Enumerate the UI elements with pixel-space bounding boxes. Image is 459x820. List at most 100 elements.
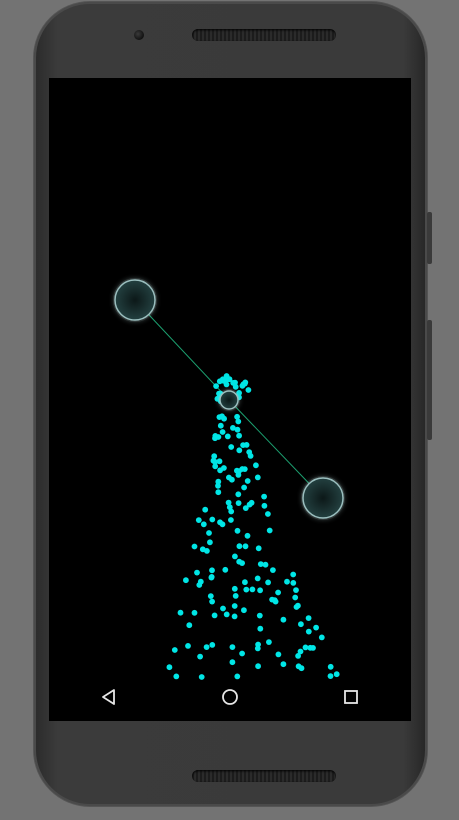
particle: [254, 575, 261, 582]
particle: [183, 577, 189, 584]
particle: [199, 546, 206, 553]
particle: [196, 582, 203, 588]
particle: [243, 442, 250, 448]
particle: [171, 647, 178, 653]
front-camera: [134, 30, 144, 40]
particle: [232, 553, 238, 560]
center-hub[interactable]: [219, 390, 239, 410]
particle: [255, 545, 262, 552]
particle: [202, 506, 209, 513]
home-button[interactable]: [210, 677, 250, 717]
left-handle[interactable]: [114, 279, 156, 321]
particle: [262, 561, 269, 568]
physics-canvas[interactable]: [49, 78, 411, 721]
particle: [310, 645, 316, 651]
particle: [229, 476, 235, 483]
particle: [270, 567, 276, 573]
particle: [226, 504, 233, 511]
particle: [207, 593, 214, 599]
particle: [280, 616, 287, 623]
particle: [234, 527, 241, 534]
particle: [261, 493, 267, 500]
particle: [230, 425, 236, 431]
particle: [236, 432, 243, 439]
joints[interactable]: [113, 278, 345, 520]
particle: [241, 484, 248, 491]
particle: [290, 580, 297, 586]
particle: [305, 615, 312, 621]
particle: [229, 659, 236, 666]
bottom-speaker-grille: [192, 770, 336, 782]
particle: [191, 543, 198, 550]
particle: [266, 527, 273, 534]
particle: [236, 558, 243, 565]
square-recents-icon: [343, 690, 358, 704]
particle: [284, 578, 290, 585]
particle: [197, 653, 204, 660]
triangle-back-icon: [102, 689, 116, 705]
particle: [194, 569, 200, 576]
particle: [318, 634, 325, 641]
recents-button[interactable]: [331, 677, 371, 717]
particle: [266, 639, 272, 645]
particle: [235, 418, 242, 425]
particle: [271, 597, 278, 603]
particle: [327, 663, 334, 670]
particle: [249, 586, 256, 593]
particle: [275, 651, 282, 658]
particle: [207, 539, 213, 546]
right-handle[interactable]: [302, 477, 344, 519]
particle: [217, 467, 224, 474]
particle: [255, 641, 261, 648]
particle: [243, 586, 250, 593]
particle: [235, 500, 242, 506]
particle: [254, 474, 261, 481]
particle: [244, 478, 251, 484]
particle: [224, 433, 231, 440]
back-button[interactable]: [89, 677, 129, 717]
particle: [231, 603, 238, 609]
particle: [239, 382, 246, 389]
app-screen[interactable]: [49, 78, 411, 721]
particle: [216, 378, 223, 385]
particle: [236, 543, 243, 550]
particle: [228, 444, 235, 450]
particle: [212, 435, 218, 442]
particle: [209, 516, 216, 523]
volume-rocker: [427, 320, 432, 440]
particle: [229, 644, 236, 650]
particle: [235, 472, 242, 478]
particle: [290, 571, 297, 578]
particle: [293, 604, 300, 610]
particle: [302, 644, 309, 651]
particle: [209, 598, 216, 605]
particle: [219, 413, 225, 420]
particle: [280, 661, 287, 668]
power-button: [427, 212, 432, 264]
particle: [265, 511, 271, 517]
particle: [219, 521, 226, 528]
particle: [244, 532, 251, 539]
particle: [222, 566, 229, 573]
top-speaker-grille: [192, 29, 336, 41]
particle: [255, 663, 261, 670]
navigation-bar: [49, 673, 411, 721]
particle: [232, 383, 239, 390]
particle: [248, 499, 255, 506]
particle: [223, 611, 230, 618]
particle: [209, 567, 215, 574]
particle: [195, 517, 202, 523]
particle: [297, 648, 304, 655]
particle: [228, 517, 234, 523]
particle: [257, 587, 263, 594]
particle: [208, 574, 215, 581]
particle: [231, 585, 238, 592]
particle: [247, 453, 254, 459]
particle: [235, 491, 242, 498]
particle: [186, 622, 193, 629]
particle: [232, 593, 239, 599]
particle: [231, 613, 238, 620]
particle-cloud: [166, 373, 340, 680]
particle: [213, 383, 220, 389]
particle: [256, 612, 263, 619]
